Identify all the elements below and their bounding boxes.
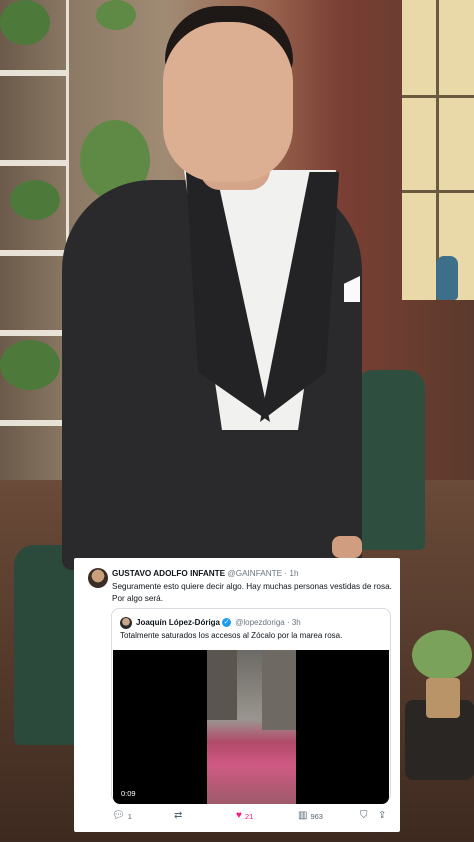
person-hand: [332, 536, 362, 558]
tweet-header: GUSTAVO ADOLFO INFANTE @GAINFANTE · 1h: [112, 569, 299, 578]
quoted-author-handle[interactable]: @lopezdoriga: [235, 618, 284, 627]
heart-icon: ♥: [236, 810, 242, 821]
tweet-time[interactable]: 1h: [289, 569, 298, 578]
views-icon: ▥: [298, 810, 308, 821]
quoted-author-avatar[interactable]: [120, 617, 132, 629]
quoted-tweet-text: Totalmente saturados los accesos al Zóca…: [120, 631, 343, 640]
video-duration: 0:09: [121, 789, 136, 798]
bookmark-icon: ⛉: [360, 810, 368, 821]
author-name[interactable]: GUSTAVO ADOLFO INFANTE: [112, 569, 225, 578]
background-window: [402, 0, 474, 300]
quoted-tweet[interactable]: Joaquín López-Dóriga ✓ @lopezdoriga · 3h …: [111, 608, 391, 804]
reply-icon: 💬︎: [112, 810, 125, 821]
share-icon: ⇪: [378, 810, 387, 821]
person-face: [163, 22, 293, 182]
quoted-author-name[interactable]: Joaquín López-Dóriga: [136, 618, 220, 627]
tweet-card[interactable]: GUSTAVO ADOLFO INFANTE @GAINFANTE · 1h S…: [74, 558, 400, 832]
background-shelf: [0, 0, 69, 500]
video-frame: [207, 650, 296, 804]
like-count: 21: [244, 811, 254, 821]
like-button[interactable]: ♥ 21: [236, 810, 253, 822]
vase: [436, 256, 458, 300]
video-player[interactable]: 0:09: [113, 650, 389, 804]
verified-badge-icon: ✓: [222, 618, 231, 628]
quoted-tweet-header: Joaquín López-Dóriga ✓ @lopezdoriga · 3h: [136, 618, 301, 628]
retweet-button[interactable]: ⇄: [174, 810, 185, 822]
author-handle[interactable]: @GAINFANTE: [227, 569, 282, 578]
retweet-icon: ⇄: [174, 810, 183, 821]
bookmark-button[interactable]: ⛉: [360, 810, 368, 822]
views-button[interactable]: ▥ 963: [298, 810, 323, 822]
views-count: 963: [310, 811, 323, 821]
reply-button[interactable]: 💬︎ 1: [112, 810, 132, 822]
tweet-actions: 💬︎ 1 ⇄ ♥ 21 ▥ 963 ⛉ ⇪: [112, 810, 388, 824]
reply-count: 1: [127, 811, 132, 821]
armchair-right: [355, 370, 425, 550]
share-button[interactable]: ⇪: [378, 810, 386, 822]
author-avatar[interactable]: [88, 568, 108, 588]
quoted-tweet-time[interactable]: 3h: [292, 618, 301, 627]
tweet-text: Seguramente esto quiere decir algo. Hay …: [112, 582, 392, 603]
potted-plant: [412, 630, 472, 720]
